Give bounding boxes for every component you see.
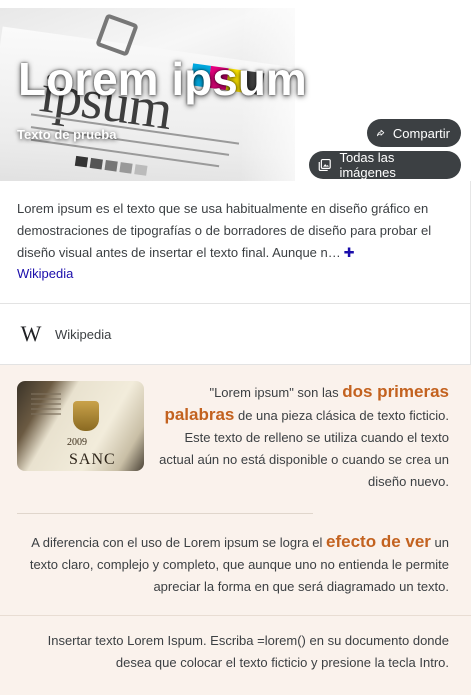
share-label: Compartir: [392, 125, 450, 141]
para1-before: "Lorem ipsum" son las: [209, 385, 343, 400]
entity-description: Lorem ipsum es el texto que se usa habit…: [17, 198, 457, 264]
all-images-button[interactable]: Todas las imágenes: [309, 150, 461, 180]
snippet-paragraph-1: "Lorem ipsum" son las dos primeras palab…: [152, 381, 449, 493]
knowledge-panel: ipsum Lorem ipsum Texto de prueba Compar…: [0, 0, 471, 695]
description-source-link[interactable]: Wikipedia: [17, 266, 73, 281]
thumb-label: SANC: [69, 451, 116, 468]
entity-title: Lorem ipsum: [18, 53, 307, 105]
divider: [17, 513, 313, 514]
snippet-paragraph-2: A diferencia con el uso de Lorem ipsum s…: [24, 531, 449, 598]
crest-graphic: [73, 401, 99, 431]
featured-snippet: 2009 SANC "Lorem ipsum" son las dos prim…: [0, 365, 471, 695]
para3-text: Insertar texto Lorem Ispum. Escriba =lor…: [47, 633, 449, 670]
hero-header: ipsum Lorem ipsum Texto de prueba Compar…: [0, 0, 471, 181]
snippet-paragraph-3: Insertar texto Lorem Ispum. Escriba =lor…: [24, 630, 449, 674]
all-images-label: Todas las imágenes: [339, 150, 396, 180]
images-icon: [318, 158, 331, 172]
share-icon: [377, 129, 385, 137]
wikipedia-label: Wikipedia: [55, 326, 112, 342]
para2-highlight: efecto de ver: [326, 532, 431, 551]
divider: [0, 615, 471, 616]
share-button[interactable]: Compartir: [367, 119, 461, 147]
description-text: Lorem ipsum es el texto que se usa habit…: [17, 201, 432, 260]
snippet-thumbnail[interactable]: 2009 SANC: [17, 381, 144, 471]
entity-subtitle: Texto de prueba: [17, 127, 117, 142]
para2-before: A diferencia con el uso de Lorem ipsum s…: [31, 535, 327, 550]
wikipedia-profile-link[interactable]: W Wikipedia: [0, 304, 471, 364]
thumb-year: 2009: [67, 437, 87, 448]
plus-icon[interactable]: ✚: [344, 245, 355, 260]
wikipedia-icon: W: [20, 321, 42, 346]
label-script-graphic: [31, 393, 61, 395]
